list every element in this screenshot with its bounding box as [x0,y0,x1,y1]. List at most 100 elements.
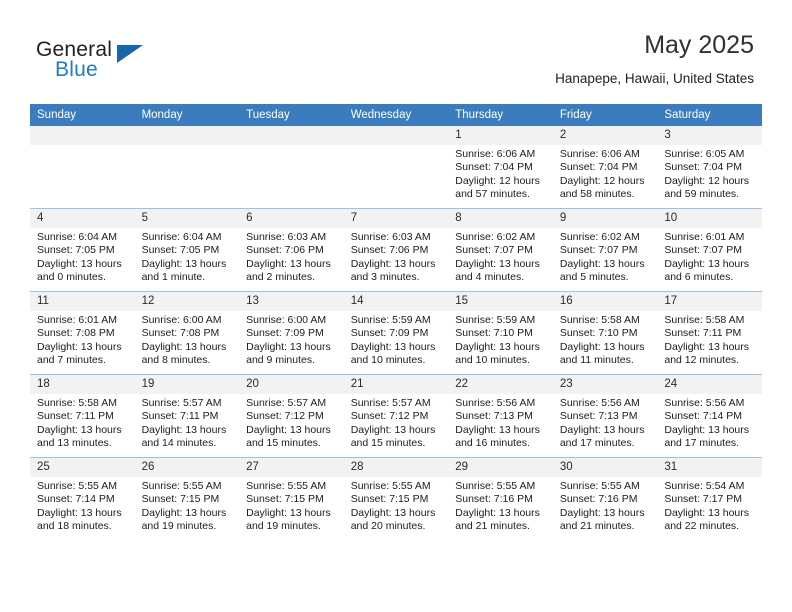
calendar-day-cell[interactable]: 26 Sunrise: 5:55 AM Sunset: 7:15 PM Dayligh… [134,457,240,540]
calendar-day-cell[interactable]: 3 Sunrise: 6:05 AM Sunset: 7:04 PM Daylight… [657,126,762,209]
calendar-day-cell[interactable]: 24 Sunrise: 5:56 AM Sunset: 7:14 PM Dayligh… [657,374,762,458]
calendar-day-cell[interactable]: 15 Sunrise: 5:59 AM Sunset: 7:10 PM Dayligh… [448,291,553,375]
sunrise-text: Sunrise: 6:00 AM [141,314,222,326]
sunset-text: Sunset: 7:15 PM [350,493,429,506]
weekday-header-wednesday: Wednesday [343,104,449,126]
calendar-day-cell[interactable]: 4 Sunrise: 6:04 AM Sunset: 7:05 PM Daylight… [30,208,135,292]
calendar-day-cell[interactable]: 2 Sunrise: 6:06 AM Sunset: 7:04 PM Daylight… [552,126,658,209]
day-details: Sunrise: 6:03 AM Sunset: 7:06 PM Daylight:… [239,228,344,285]
calendar-day-cell[interactable]: 27 Sunrise: 5:55 AM Sunset: 7:15 PM Dayligh… [239,457,344,540]
calendar-day-cell[interactable]: 20 Sunrise: 5:57 AM Sunset: 7:12 PM Dayligh… [239,374,344,458]
sunrise-text: Sunrise: 6:04 AM [37,231,117,243]
calendar-day-cell[interactable]: 5 Sunrise: 6:04 AM Sunset: 7:05 PM Daylight… [134,208,240,292]
calendar-week-row: 11 Sunrise: 6:01 AM Sunset: 7:08 PM Dayligh… [30,291,762,375]
day-number: 9 [552,209,658,228]
sunrise-text: Sunrise: 5:58 AM [664,314,745,326]
day-details: Sunrise: 5:55 AM Sunset: 7:14 PM Daylight:… [30,477,135,534]
calendar-day-cell[interactable]: 14 Sunrise: 5:59 AM Sunset: 7:09 PM Dayligh… [343,291,449,375]
daylight-text: Daylight: 13 hours and 15 minutes. [246,423,331,450]
calendar-day-cell[interactable]: 18 Sunrise: 5:58 AM Sunset: 7:11 PM Dayligh… [30,374,135,458]
sunrise-text: Sunrise: 5:58 AM [559,314,640,326]
sunrise-text: Sunrise: 5:56 AM [559,397,640,409]
sunrise-text: Sunrise: 5:59 AM [455,314,536,326]
calendar-day-cell[interactable]: 16 Sunrise: 5:58 AM Sunset: 7:10 PM Dayligh… [552,291,658,375]
sunrise-text: Sunrise: 6:05 AM [664,148,745,160]
calendar-day-cell[interactable]: 13 Sunrise: 6:00 AM Sunset: 7:09 PM Dayligh… [239,291,344,375]
calendar-day-cell[interactable]: 12 Sunrise: 6:00 AM Sunset: 7:08 PM Dayligh… [134,291,240,375]
sunset-text: Sunset: 7:06 PM [246,244,324,257]
calendar-day-cell[interactable]: 8 Sunrise: 6:02 AM Sunset: 7:07 PM Daylight… [448,208,553,292]
calendar-day-cell[interactable]: 10 Sunrise: 6:01 AM Sunset: 7:07 PM Dayligh… [657,208,762,292]
weekday-header-sunday: Sunday [30,104,135,126]
sunset-text: Sunset: 7:06 PM [350,244,429,257]
daylight-text: Daylight: 13 hours and 7 minutes. [37,340,122,367]
day-details: Sunrise: 5:58 AM Sunset: 7:10 PM Daylight:… [553,311,658,368]
day-details: Sunrise: 5:57 AM Sunset: 7:12 PM Daylight:… [239,394,344,451]
calendar-day-cell[interactable]: 25 Sunrise: 5:55 AM Sunset: 7:14 PM Dayligh… [30,457,135,540]
sunset-text: Sunset: 7:16 PM [559,493,638,506]
day-details: Sunrise: 6:05 AM Sunset: 7:04 PM Daylight:… [657,145,762,202]
weekday-header-thursday: Thursday [448,104,553,126]
calendar-day-cell[interactable]: 9 Sunrise: 6:02 AM Sunset: 7:07 PM Daylight… [552,208,658,292]
sunrise-text: Sunrise: 5:56 AM [664,397,745,409]
day-number: 15 [448,292,553,311]
day-number: 27 [239,458,344,477]
day-details: Sunrise: 5:55 AM Sunset: 7:16 PM Daylight:… [553,477,658,534]
day-number: 19 [134,375,240,394]
calendar-day-cell[interactable]: 31 Sunrise: 5:54 AM Sunset: 7:17 PM Dayligh… [657,457,762,540]
daylight-text: Daylight: 13 hours and 19 minutes. [141,506,227,533]
day-number: 25 [30,458,135,477]
calendar-day-cell[interactable]: 7 Sunrise: 6:03 AM Sunset: 7:06 PM Daylight… [343,208,449,292]
day-details: Sunrise: 6:04 AM Sunset: 7:05 PM Daylight:… [135,228,240,285]
day-number: 20 [239,375,344,394]
day-details: Sunrise: 5:55 AM Sunset: 7:15 PM Daylight:… [239,477,344,534]
calendar-day-cell[interactable]: 1 Sunrise: 6:06 AM Sunset: 7:04 PM Daylight… [448,126,553,209]
brand-logo[interactable]: General Blue [36,38,226,90]
calendar-day-cell[interactable]: 21 Sunrise: 5:57 AM Sunset: 7:12 PM Dayligh… [343,374,449,458]
weekday-header-row: Sunday Monday Tuesday Wednesday Thursday… [30,104,762,126]
sunset-text: Sunset: 7:09 PM [350,327,429,340]
sunrise-text: Sunrise: 5:57 AM [350,397,431,409]
sunset-text: Sunset: 7:14 PM [664,410,743,423]
calendar-day-cell[interactable]: 6 Sunrise: 6:03 AM Sunset: 7:06 PM Daylight… [239,208,344,292]
day-details: Sunrise: 6:02 AM Sunset: 7:07 PM Daylight:… [553,228,658,285]
daylight-text: Daylight: 13 hours and 20 minutes. [350,506,436,533]
calendar-cell-empty [343,126,449,209]
calendar-day-cell[interactable]: 22 Sunrise: 5:56 AM Sunset: 7:13 PM Dayligh… [448,374,553,458]
sunset-text: Sunset: 7:07 PM [455,244,533,257]
day-details: Sunrise: 6:01 AM Sunset: 7:07 PM Daylight:… [657,228,762,285]
weekday-header-saturday: Saturday [657,104,762,126]
daylight-text: Daylight: 13 hours and 21 minutes. [559,506,645,533]
calendar-day-cell[interactable]: 30 Sunrise: 5:55 AM Sunset: 7:16 PM Dayligh… [552,457,658,540]
day-number: 29 [448,458,553,477]
day-details: Sunrise: 5:57 AM Sunset: 7:11 PM Daylight:… [135,394,240,451]
calendar-day-cell[interactable]: 29 Sunrise: 5:55 AM Sunset: 7:16 PM Dayligh… [448,457,553,540]
sunset-text: Sunset: 7:12 PM [246,410,324,423]
daylight-text: Daylight: 12 hours and 57 minutes. [455,174,540,201]
calendar-day-cell[interactable]: 11 Sunrise: 6:01 AM Sunset: 7:08 PM Dayligh… [30,291,135,375]
day-number: 26 [134,458,240,477]
calendar-week-row: 18 Sunrise: 5:58 AM Sunset: 7:11 PM Dayligh… [30,374,762,458]
calendar-day-cell[interactable]: 17 Sunrise: 5:58 AM Sunset: 7:11 PM Dayligh… [657,291,762,375]
day-details: Sunrise: 5:55 AM Sunset: 7:15 PM Daylight:… [135,477,240,534]
day-details: Sunrise: 6:06 AM Sunset: 7:04 PM Daylight:… [553,145,658,202]
sunrise-text: Sunrise: 5:56 AM [455,397,536,409]
day-details: Sunrise: 6:00 AM Sunset: 7:09 PM Daylight:… [239,311,344,368]
daylight-text: Daylight: 13 hours and 4 minutes. [455,257,540,284]
sunrise-text: Sunrise: 5:54 AM [664,480,745,492]
daylight-text: Daylight: 13 hours and 21 minutes. [455,506,540,533]
calendar-day-cell[interactable]: 28 Sunrise: 5:55 AM Sunset: 7:15 PM Dayligh… [343,457,449,540]
day-number: 28 [343,458,449,477]
daylight-text: Daylight: 12 hours and 58 minutes. [559,174,645,201]
day-number: 2 [552,126,658,145]
day-details: Sunrise: 6:00 AM Sunset: 7:08 PM Daylight:… [135,311,240,368]
sunset-text: Sunset: 7:10 PM [559,327,638,340]
day-details: Sunrise: 5:54 AM Sunset: 7:17 PM Daylight:… [657,477,762,534]
sunset-text: Sunset: 7:16 PM [455,493,533,506]
weekday-header-monday: Monday [134,104,240,126]
day-number [239,126,344,145]
day-details: Sunrise: 6:01 AM Sunset: 7:08 PM Daylight:… [30,311,135,368]
calendar-day-cell[interactable]: 23 Sunrise: 5:56 AM Sunset: 7:13 PM Dayligh… [552,374,658,458]
sunrise-text: Sunrise: 5:55 AM [559,480,640,492]
calendar-day-cell[interactable]: 19 Sunrise: 5:57 AM Sunset: 7:11 PM Dayligh… [134,374,240,458]
